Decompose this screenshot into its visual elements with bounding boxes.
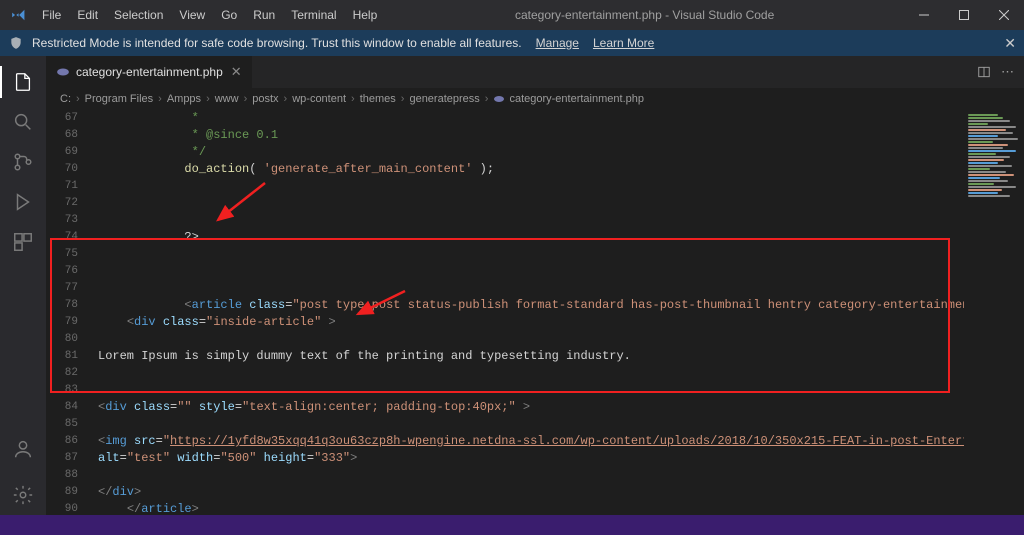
more-actions-icon[interactable]: ⋯	[1001, 64, 1014, 80]
search-icon[interactable]	[0, 102, 46, 142]
extensions-icon[interactable]	[0, 222, 46, 262]
menu-run[interactable]: Run	[245, 0, 283, 30]
minimap[interactable]	[964, 110, 1024, 515]
code-text: style	[199, 400, 235, 414]
code-text: src	[134, 434, 156, 448]
code-text: 333	[321, 451, 343, 465]
window-controls	[904, 0, 1024, 30]
code-text: post type-post status-publish format-sta…	[300, 298, 1024, 312]
notification-close-icon[interactable]: ✕	[1004, 35, 1016, 52]
code-content[interactable]: * * @since 0.1 */ do_action( 'generate_a…	[92, 110, 1024, 515]
settings-gear-icon[interactable]	[0, 475, 46, 515]
bc-part[interactable]: Program Files	[85, 93, 153, 105]
split-editor-icon[interactable]	[977, 65, 991, 79]
code-text: div	[134, 315, 156, 329]
code-text: class	[134, 400, 170, 414]
activity-bar	[0, 56, 46, 515]
shield-icon	[8, 36, 24, 50]
menu-help[interactable]: Help	[345, 0, 386, 30]
code-text: 'generate_after_main_content'	[264, 162, 473, 176]
minimize-button[interactable]	[904, 0, 944, 30]
tab-label: category-entertainment.php	[76, 65, 223, 79]
code-text: ?>	[98, 230, 199, 244]
code-text: text-align:center; padding-top:40px;	[249, 400, 508, 414]
maximize-button[interactable]	[944, 0, 984, 30]
code-text: class	[163, 315, 199, 329]
bc-part[interactable]: www	[215, 93, 239, 105]
menu-view[interactable]: View	[171, 0, 213, 30]
code-text: test	[134, 451, 163, 465]
status-bar[interactable]	[0, 515, 1024, 535]
source-control-icon[interactable]	[0, 142, 46, 182]
code-text: img	[105, 434, 127, 448]
tab-category-entertainment[interactable]: category-entertainment.php ✕	[46, 56, 253, 88]
code-text: width	[177, 451, 213, 465]
php-file-icon	[493, 93, 505, 105]
close-button[interactable]	[984, 0, 1024, 30]
restricted-mode-banner: Restricted Mode is intended for safe cod…	[0, 30, 1024, 56]
bc-part[interactable]: category-entertainment.php	[509, 93, 644, 105]
bc-part[interactable]: generatepress	[409, 93, 479, 105]
menu-edit[interactable]: Edit	[69, 0, 106, 30]
menu-file[interactable]: File	[34, 0, 69, 30]
manage-link[interactable]: Manage	[536, 36, 579, 50]
bc-part[interactable]: Ampps	[167, 93, 201, 105]
menu-selection[interactable]: Selection	[106, 0, 171, 30]
notification-text: Restricted Mode is intended for safe cod…	[32, 36, 522, 50]
window-title: category-entertainment.php - Visual Stud…	[385, 8, 904, 22]
code-text: 500	[228, 451, 250, 465]
code-text: article	[192, 298, 242, 312]
line-numbers: 6768697071727374757677787980818283848586…	[46, 110, 92, 515]
menu-go[interactable]: Go	[213, 0, 245, 30]
explorer-icon[interactable]	[0, 62, 46, 102]
bc-part[interactable]: postx	[252, 93, 278, 105]
run-debug-icon[interactable]	[0, 182, 46, 222]
code-text: height	[264, 451, 307, 465]
code-text: do_action	[184, 162, 249, 176]
tab-close-icon[interactable]: ✕	[231, 64, 242, 80]
code-text: class	[249, 298, 285, 312]
bc-part[interactable]: wp-content	[292, 93, 346, 105]
code-text: Lorem Ipsum is simply dummy text of the …	[98, 349, 631, 363]
bc-part[interactable]: themes	[360, 93, 396, 105]
code-text: div	[105, 400, 127, 414]
main-menu: File Edit Selection View Go Run Terminal…	[34, 0, 385, 30]
code-text: *	[98, 111, 199, 125]
vscode-logo-icon	[10, 7, 26, 23]
tab-actions: ⋯	[977, 64, 1024, 80]
code-text: */	[98, 145, 206, 159]
bc-part[interactable]: C:	[60, 93, 71, 105]
title-bar: File Edit Selection View Go Run Terminal…	[0, 0, 1024, 30]
account-icon[interactable]	[0, 429, 46, 469]
learn-more-link[interactable]: Learn More	[593, 36, 654, 50]
code-text: inside-article	[213, 315, 314, 329]
editor-tabs: category-entertainment.php ✕ ⋯	[46, 56, 1024, 88]
menu-terminal[interactable]: Terminal	[283, 0, 344, 30]
code-text: * @since 0.1	[98, 128, 278, 142]
breadcrumb[interactable]: C:› Program Files› Ampps› www› postx› wp…	[46, 88, 1024, 110]
code-text: alt	[98, 451, 120, 465]
php-file-icon	[56, 65, 70, 79]
code-text: https://1yfd8w35xqq41q3ou63czp8h-wpengin…	[170, 434, 1024, 448]
code-editor[interactable]: 6768697071727374757677787980818283848586…	[46, 110, 1024, 515]
